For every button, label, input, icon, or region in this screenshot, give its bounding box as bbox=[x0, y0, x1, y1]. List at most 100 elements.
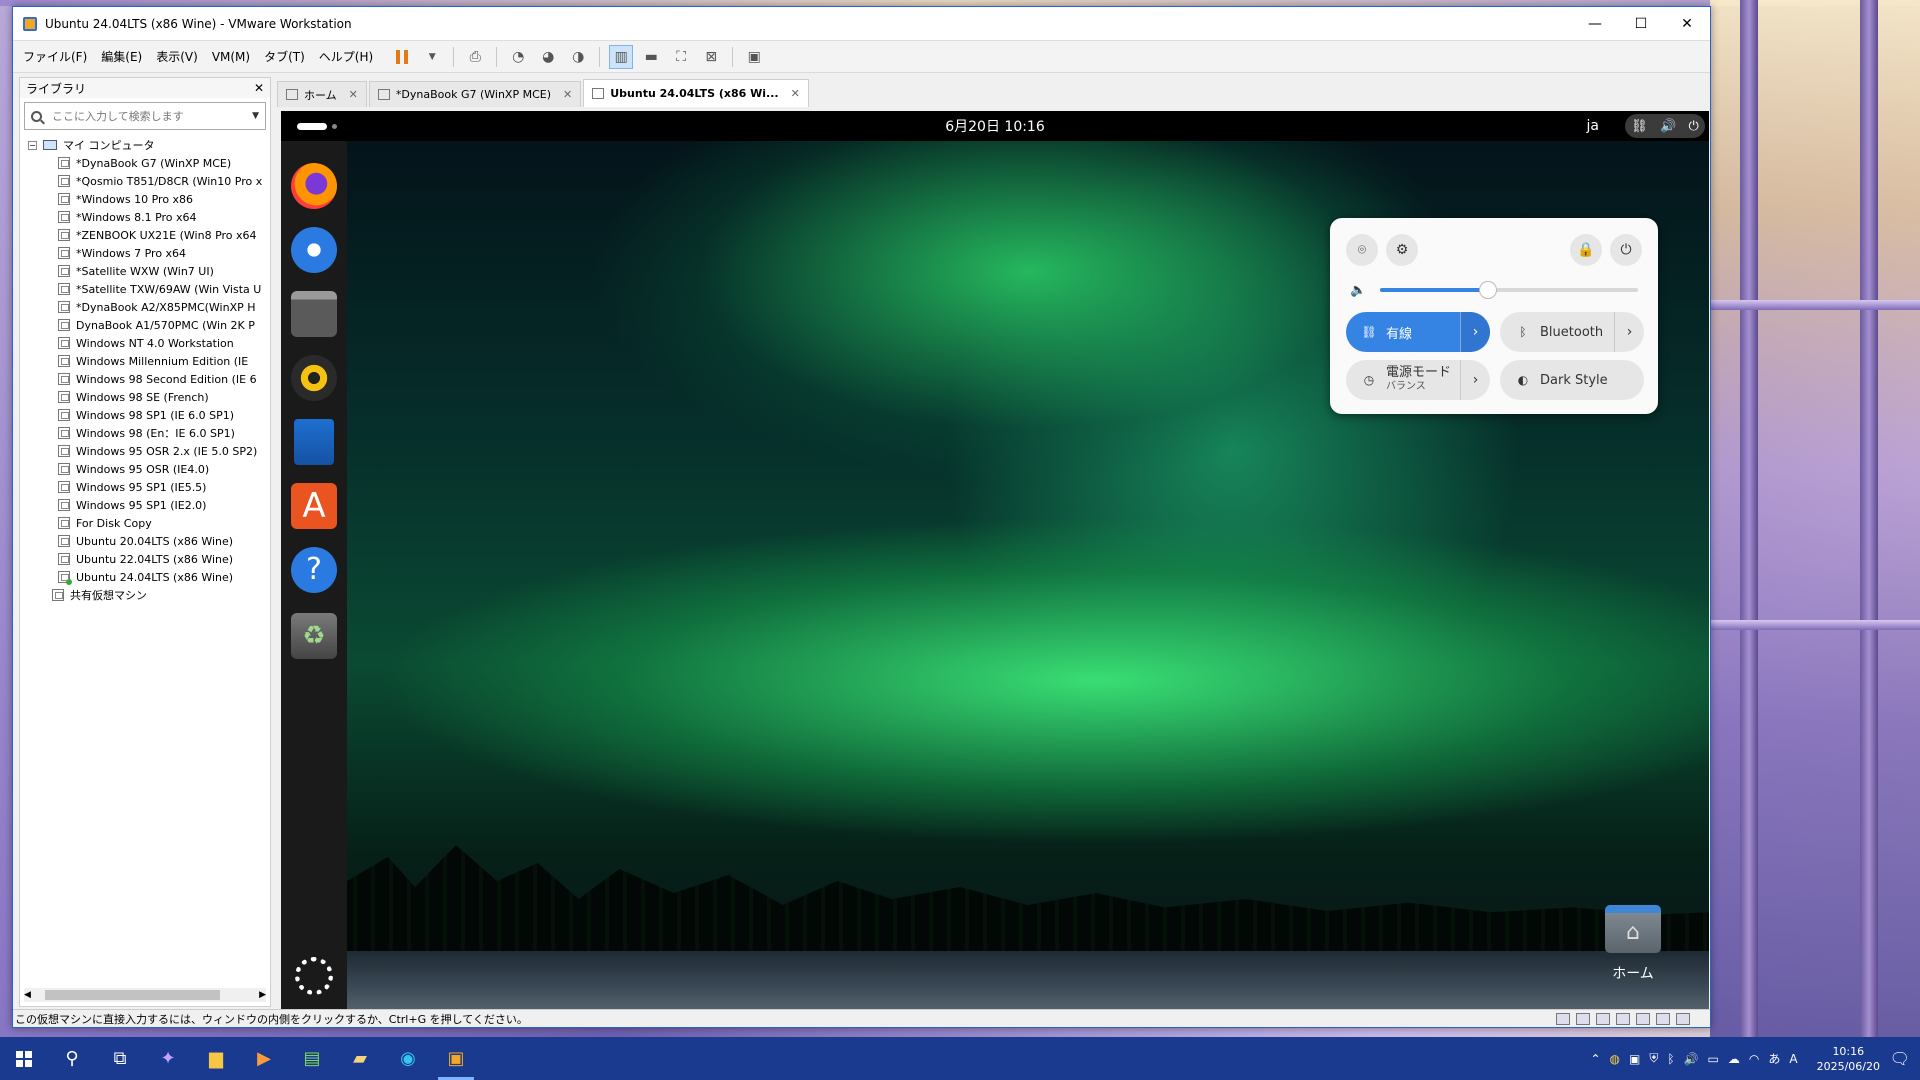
wired-expand-icon[interactable]: › bbox=[1460, 312, 1490, 352]
defender-icon[interactable]: ⛨ bbox=[1649, 1051, 1658, 1066]
start-button[interactable] bbox=[0, 1037, 48, 1080]
app-center-icon[interactable]: A bbox=[291, 483, 337, 529]
vmware-tray-icon[interactable]: ▣ bbox=[1629, 1052, 1640, 1066]
volume-knob[interactable] bbox=[1479, 281, 1498, 299]
lock-button[interactable]: 🔒 bbox=[1570, 234, 1602, 266]
tree-item-running[interactable]: Ubuntu 24.04LTS (x86 Wine) bbox=[28, 568, 270, 586]
tree-item[interactable]: Windows 95 SP1 (IE5.5) bbox=[28, 478, 270, 496]
menu-file[interactable]: ファイル(F) bbox=[23, 48, 87, 65]
display-icon[interactable] bbox=[1656, 1012, 1670, 1025]
volume-track[interactable] bbox=[1380, 281, 1638, 299]
send-ctrl-alt-del-icon[interactable]: ⎙ bbox=[463, 45, 487, 69]
power-menu-button[interactable]: ⏻ bbox=[1610, 234, 1642, 266]
dark-style-toggle[interactable]: ◐ Dark Style bbox=[1500, 360, 1644, 400]
cd-icon[interactable] bbox=[1576, 1012, 1590, 1025]
tree-item[interactable]: Windows 98 Second Edition (IE 6 bbox=[28, 370, 270, 388]
scroll-right-icon[interactable]: ▶ bbox=[259, 990, 266, 1000]
volume-slider[interactable]: 🔈 bbox=[1350, 281, 1638, 299]
winscp-icon[interactable]: ▤ bbox=[288, 1037, 336, 1080]
system-menu[interactable]: ⛓ 🔊 ⏻ bbox=[1625, 114, 1705, 138]
thumbnail-bar-icon[interactable]: ▬ bbox=[639, 45, 663, 69]
snapshot-icon[interactable]: ◔ bbox=[506, 45, 530, 69]
close-button[interactable]: ✕ bbox=[1664, 7, 1710, 41]
notification-icon[interactable]: 🗨 bbox=[1890, 1049, 1910, 1068]
tray-overflow-icon[interactable]: ⌃ bbox=[1590, 1052, 1600, 1066]
fullscreen-icon[interactable]: ⛶ bbox=[669, 45, 693, 69]
gnome-clock[interactable]: 6月20日 10:16 bbox=[281, 116, 1709, 136]
library-close-icon[interactable]: ✕ bbox=[254, 81, 264, 95]
rhythmbox-icon[interactable] bbox=[291, 355, 337, 401]
tree-item[interactable]: *DynaBook G7 (WinXP MCE) bbox=[28, 154, 270, 172]
scroll-thumb[interactable] bbox=[44, 990, 220, 1000]
tree-item[interactable]: Ubuntu 20.04LTS (x86 Wine) bbox=[28, 532, 270, 550]
tab-home[interactable]: ホーム ✕ bbox=[277, 81, 367, 107]
tree-item[interactable]: *Qosmio T851/D8CR (Win10 Pro x bbox=[28, 172, 270, 190]
power-mode-toggle[interactable]: ◷ 電源モード バランス › bbox=[1346, 360, 1490, 400]
tab-close-icon[interactable]: ✕ bbox=[563, 88, 572, 101]
menu-tab[interactable]: タブ(T) bbox=[264, 48, 305, 65]
tree-item[interactable]: *DynaBook A2/X85PMC(WinXP H bbox=[28, 298, 270, 316]
tree-item[interactable]: Windows 95 OSR (IE4.0) bbox=[28, 460, 270, 478]
tree-item[interactable]: Windows 95 SP1 (IE2.0) bbox=[28, 496, 270, 514]
tree-item[interactable]: DynaBook A1/570PMC (Win 2K P bbox=[28, 316, 270, 334]
menu-help[interactable]: ヘルプ(H) bbox=[319, 48, 373, 65]
library-scrollbar[interactable]: ◀ ▶ bbox=[24, 988, 266, 1002]
taskbar-clock[interactable]: 10:16 2025/06/20 bbox=[1817, 1044, 1880, 1074]
tree-root[interactable]: − マイ コンピュータ bbox=[28, 136, 270, 154]
tree-item[interactable]: Windows 98 (En：IE 6.0 SP1) bbox=[28, 424, 270, 442]
console-view-icon[interactable]: ▣ bbox=[742, 45, 766, 69]
wired-toggle[interactable]: ⛓ 有線 › bbox=[1346, 312, 1490, 352]
pause-dropdown-icon[interactable]: ▼ bbox=[420, 45, 444, 69]
collapse-icon[interactable]: − bbox=[28, 140, 37, 150]
title-bar[interactable]: Ubuntu 24.04LTS (x86 Wine) - VMware Work… bbox=[13, 7, 1710, 41]
tab-ubuntu[interactable]: Ubuntu 24.04LTS (x86 Wi... ✕ bbox=[583, 79, 809, 107]
power-mode-expand-icon[interactable]: › bbox=[1460, 360, 1490, 400]
tree-item[interactable]: Windows Millennium Edition (IE bbox=[28, 352, 270, 370]
bluetooth-expand-icon[interactable]: › bbox=[1614, 312, 1644, 352]
copilot-icon[interactable]: ✦ bbox=[144, 1037, 192, 1080]
tab-close-icon[interactable]: ✕ bbox=[791, 87, 800, 100]
tree-item[interactable]: Windows 95 OSR 2.x (IE 5.0 SP2) bbox=[28, 442, 270, 460]
tree-item[interactable]: *Windows 8.1 Pro x64 bbox=[28, 208, 270, 226]
snapshot-manager-icon[interactable]: ◑ bbox=[566, 45, 590, 69]
task-view-icon[interactable]: ⧉ bbox=[96, 1037, 144, 1080]
tree-item[interactable]: *Windows 7 Pro x64 bbox=[28, 244, 270, 262]
search-icon[interactable]: ⚲ bbox=[48, 1037, 96, 1080]
network-adapter-icon[interactable] bbox=[1596, 1012, 1610, 1025]
usb-icon[interactable] bbox=[1616, 1012, 1630, 1025]
message-icon[interactable] bbox=[1676, 1012, 1690, 1025]
bluetooth-toggle[interactable]: ᛒ Bluetooth › bbox=[1500, 312, 1644, 352]
tree-item[interactable]: For Disk Copy bbox=[28, 514, 270, 532]
tree-item[interactable]: Windows NT 4.0 Workstation bbox=[28, 334, 270, 352]
ime-icon[interactable]: あ bbox=[1768, 1050, 1780, 1067]
input-method[interactable]: ja bbox=[1587, 118, 1599, 134]
media-player-icon[interactable]: ▶ bbox=[240, 1037, 288, 1080]
vmware-taskbar-icon[interactable]: ▣ bbox=[432, 1037, 480, 1080]
wifi-icon[interactable]: ◠ bbox=[1749, 1052, 1759, 1066]
pause-button[interactable] bbox=[390, 45, 414, 69]
ime-mode-icon[interactable]: A bbox=[1789, 1052, 1797, 1066]
tree-item[interactable]: *Satellite WXW (Win7 UI) bbox=[28, 262, 270, 280]
revert-snapshot-icon[interactable]: ◕ bbox=[536, 45, 560, 69]
sound-card-icon[interactable] bbox=[1636, 1012, 1650, 1025]
tree-item[interactable]: *Satellite TXW/69AW (Win Vista U bbox=[28, 280, 270, 298]
screenshot-button[interactable]: ⌾ bbox=[1346, 234, 1378, 266]
tab-dynabook[interactable]: *DynaBook G7 (WinXP MCE) ✕ bbox=[368, 81, 582, 107]
library-search-input[interactable]: ここに入力して検索します ▼ bbox=[24, 102, 266, 130]
onedrive-icon[interactable]: ☁ bbox=[1728, 1052, 1740, 1066]
menu-vm[interactable]: VM(M) bbox=[212, 50, 250, 64]
tree-item[interactable]: Windows 98 SP1 (IE 6.0 SP1) bbox=[28, 406, 270, 424]
trash-icon[interactable]: ♻ bbox=[291, 613, 337, 659]
file-explorer-icon[interactable]: ▆ bbox=[192, 1037, 240, 1080]
files-icon[interactable] bbox=[291, 291, 337, 337]
speaker-tray-icon[interactable]: 🔊 bbox=[1684, 1052, 1699, 1066]
hdd-icon[interactable] bbox=[1556, 1012, 1570, 1025]
scroll-left-icon[interactable]: ◀ bbox=[24, 990, 31, 1000]
tree-item[interactable]: Ubuntu 22.04LTS (x86 Wine) bbox=[28, 550, 270, 568]
desktop-home-folder[interactable]: ⌂ ホーム bbox=[1593, 905, 1673, 983]
menu-view[interactable]: 表示(V) bbox=[156, 48, 198, 65]
tree-item[interactable]: Windows 98 SE (French) bbox=[28, 388, 270, 406]
tree-shared[interactable]: 共有仮想マシン bbox=[40, 586, 270, 604]
tree-item[interactable]: *Windows 10 Pro x86 bbox=[28, 190, 270, 208]
folder-icon[interactable]: ▰ bbox=[336, 1037, 384, 1080]
